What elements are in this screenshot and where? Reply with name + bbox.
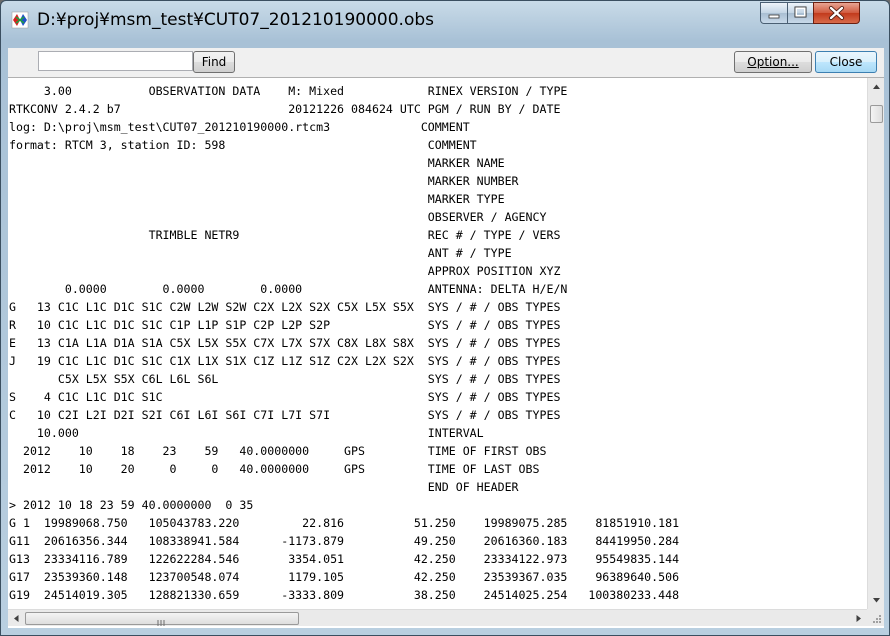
text-line: C5X L5X S5X C6L L6L S6L SYS / # / OBS TY… [9, 372, 561, 386]
app-icon[interactable] [11, 11, 29, 29]
horizontal-scroll-thumb[interactable] [25, 612, 299, 626]
window-title: D:¥proj¥msm_test¥CUT07_201210190000.obs [37, 10, 434, 30]
text-line: G11 20616356.344 108338941.584 -1173.879… [9, 534, 680, 548]
vertical-scroll-thumb[interactable] [870, 105, 883, 123]
scroll-right-arrow-icon[interactable] [850, 610, 867, 627]
text-line: 0.0000 0.0000 0.0000 ANTENNA: DELTA H/E/… [9, 282, 568, 296]
text-line: log: D:\proj\msm_test\CUT07_201210190000… [9, 120, 470, 134]
text-line: ANT # / TYPE [9, 246, 512, 260]
text-line: OBSERVER / AGENCY [9, 210, 547, 224]
vertical-scrollbar[interactable] [867, 78, 884, 609]
text-line: G 13 C1C L1C D1C S1C C2W L2W S2W C2X L2X… [9, 300, 561, 314]
maximize-icon [794, 6, 807, 18]
minimize-icon [768, 14, 780, 19]
app-window: D:¥proj¥msm_test¥CUT07_201210190000.obs … [0, 0, 890, 636]
text-line: TRIMBLE NETR9 REC # / TYPE / VERS [9, 228, 561, 242]
text-line: 3.00 OBSERVATION DATA M: Mixed RINEX VER… [9, 84, 568, 98]
maximize-button[interactable] [787, 2, 814, 24]
horizontal-scrollbar[interactable] [8, 609, 867, 626]
text-line: RTKCONV 2.4.2 b7 20121226 084624 UTC PGM… [9, 102, 561, 116]
text-line: J 19 C1C L1C D1C S1C C1X L1X S1X C1Z L1Z… [9, 354, 561, 368]
close-button[interactable]: Close [815, 51, 877, 73]
text-line: MARKER NUMBER [9, 174, 519, 188]
file-content-view[interactable]: 3.00 OBSERVATION DATA M: Mixed RINEX VER… [8, 77, 884, 628]
text-line: > 2012 10 18 23 59 40.0000000 0 35 [9, 498, 254, 512]
grip-lines-icon [157, 620, 165, 626]
text-line: MARKER NAME [9, 156, 505, 170]
text-line: G19 24514019.305 128821330.659 -3333.809… [9, 588, 680, 602]
title-bar[interactable]: D:¥proj¥msm_test¥CUT07_201210190000.obs [1, 1, 889, 39]
text-line: 2012 10 18 23 59 40.0000000 GPS TIME OF … [9, 444, 547, 458]
text-line: R 10 C1C L1C D1C S1C C1P L1P S1P C2P L2P… [9, 318, 561, 332]
option-button[interactable]: Option... [734, 51, 812, 73]
find-button[interactable]: Find [193, 51, 235, 73]
text-line: G17 23539360.148 123700548.074 1179.105 … [9, 570, 680, 584]
text-line: S 4 C1C L1C D1C S1C SYS / # / OBS TYPES [9, 390, 561, 404]
close-icon [829, 6, 844, 20]
text-line: END OF HEADER [9, 480, 519, 494]
minimize-button[interactable] [760, 2, 788, 24]
text-line: format: RTCM 3, station ID: 598 COMMENT [9, 138, 477, 152]
text-line: E 13 C1A L1A D1A S1A C5X L5X S5X C7X L7X… [9, 336, 561, 350]
resize-grip-icon[interactable] [867, 609, 884, 626]
scroll-up-arrow-icon[interactable] [868, 78, 885, 95]
scroll-left-arrow-icon[interactable] [8, 610, 25, 627]
find-input[interactable] [38, 51, 193, 71]
toolbar: Find Option... Close [8, 48, 884, 77]
text-line: C 10 C2I L2I D2I S2I C6I L6I S6I C7I L7I… [9, 408, 561, 422]
text-line: G 1 19989068.750 105043783.220 22.816 51… [9, 516, 680, 530]
window-close-button[interactable] [813, 2, 860, 24]
text-line: APPROX POSITION XYZ [9, 264, 561, 278]
scroll-down-arrow-icon[interactable] [868, 592, 885, 609]
file-text[interactable]: 3.00 OBSERVATION DATA M: Mixed RINEX VER… [8, 82, 865, 606]
text-line: 10.000 INTERVAL [9, 426, 484, 440]
text-line: MARKER TYPE [9, 192, 505, 206]
text-line: 2012 10 20 0 0 40.0000000 GPS TIME OF LA… [9, 462, 540, 476]
text-line: G13 23334116.789 122622284.546 3354.051 … [9, 552, 680, 566]
